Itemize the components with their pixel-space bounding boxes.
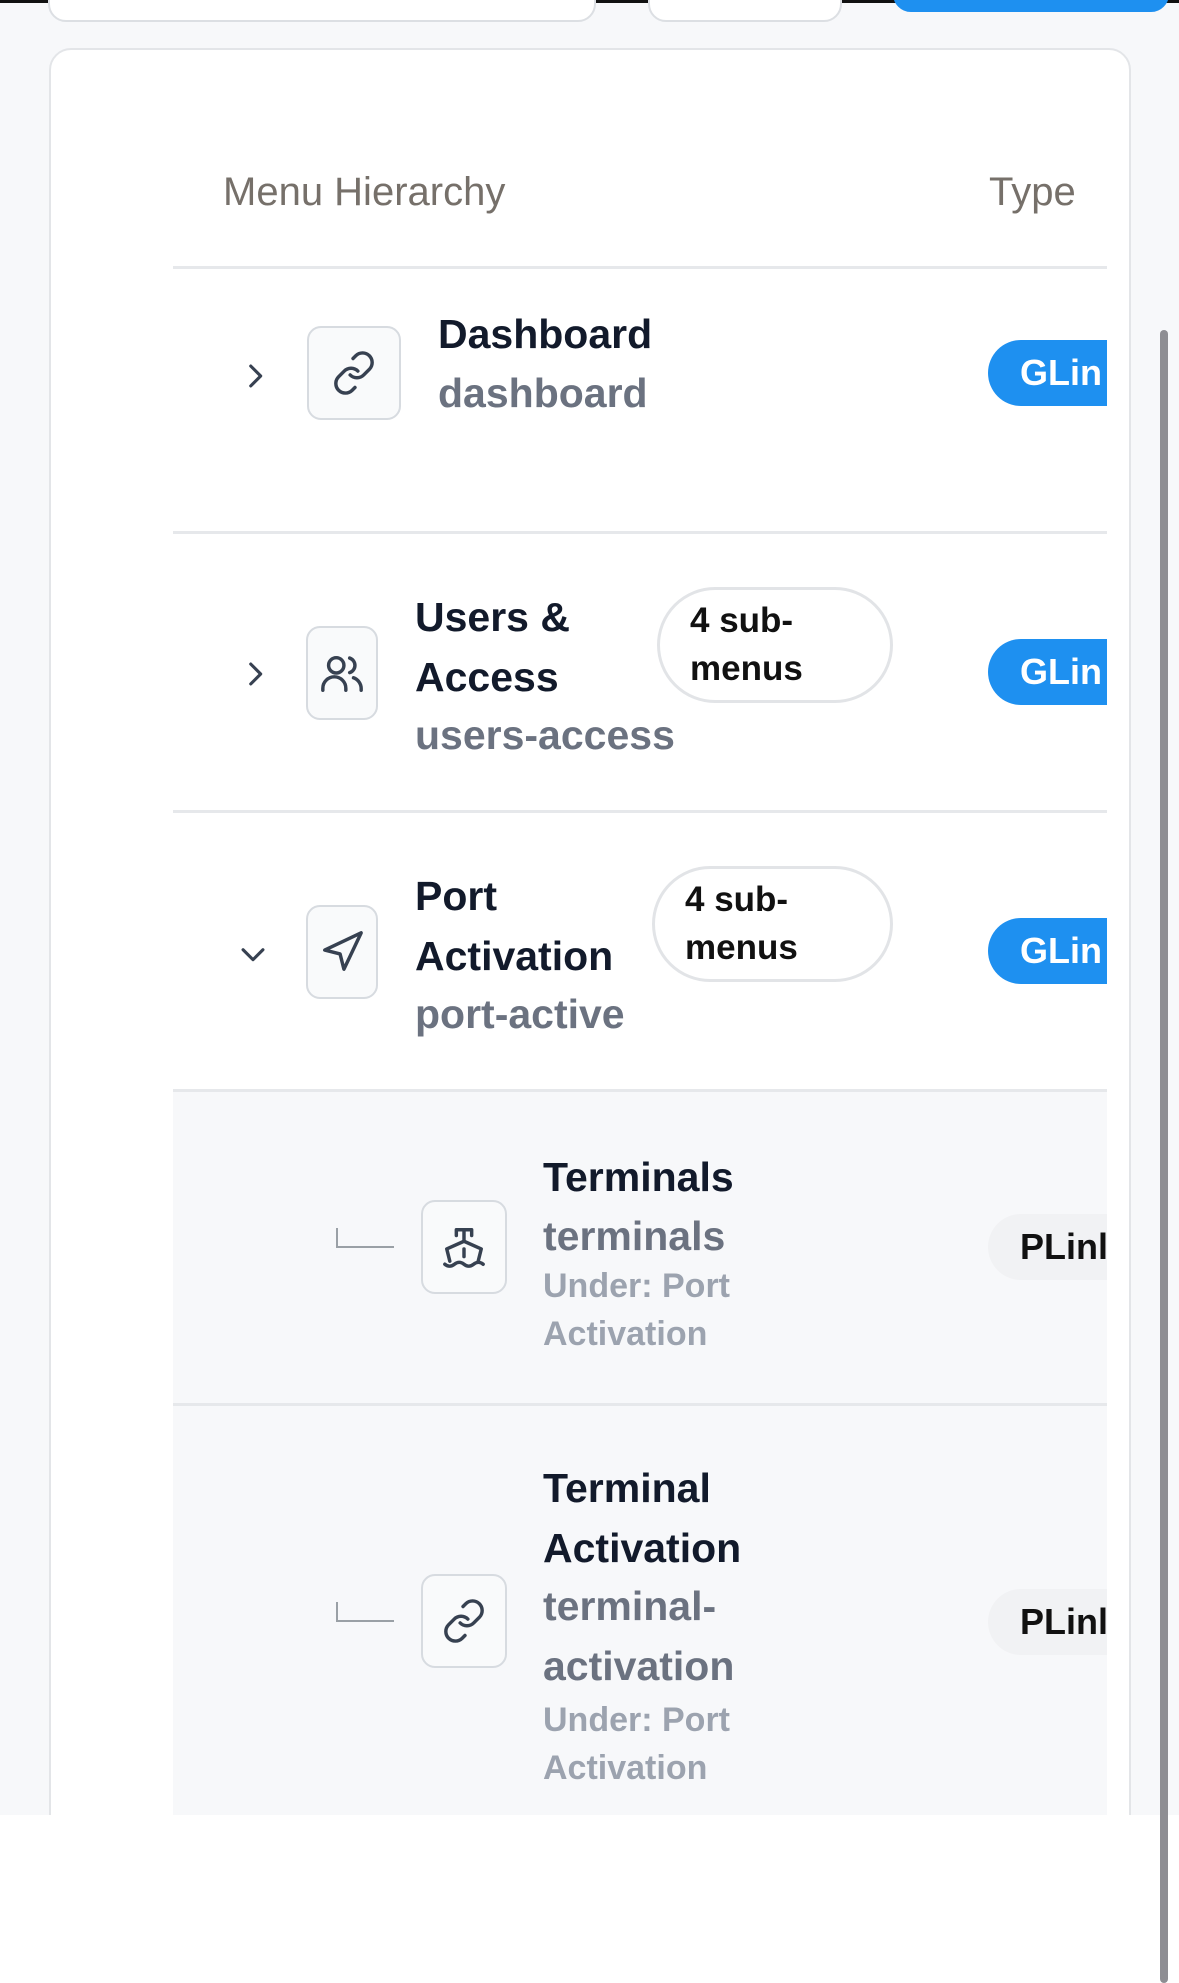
child-table-row[interactable]: Terminals terminals Under: Port Activati… bbox=[173, 1092, 1107, 1403]
menu-slug: terminal- activation bbox=[543, 1583, 735, 1689]
search-field-fragment[interactable] bbox=[48, 0, 596, 22]
menu-title: Port Activation bbox=[415, 873, 614, 979]
table-row[interactable]: Users & Access users-access 4 sub- menus… bbox=[173, 534, 1107, 810]
navigation-arrow-icon bbox=[306, 905, 378, 999]
type-badge: GLin bbox=[988, 918, 1107, 984]
chevron-down-icon[interactable] bbox=[236, 937, 270, 971]
bottom-blank-area bbox=[0, 1815, 1160, 1983]
submenu-count-badge: 4 sub- menus bbox=[657, 587, 893, 703]
menu-slug: users-access bbox=[415, 712, 675, 758]
chevron-right-icon[interactable] bbox=[238, 657, 272, 691]
chevron-right-icon[interactable] bbox=[238, 359, 272, 393]
type-badge: GLin bbox=[988, 639, 1107, 705]
menu-table-card: Menu Hierarchy Type Dashboard dashboard … bbox=[49, 48, 1131, 1952]
tree-connector bbox=[336, 1228, 394, 1248]
link-icon bbox=[421, 1574, 507, 1668]
ship-icon bbox=[421, 1200, 507, 1294]
menu-slug: dashboard bbox=[438, 370, 648, 416]
column-header-menu-hierarchy: Menu Hierarchy bbox=[223, 170, 506, 214]
link-icon bbox=[307, 326, 401, 420]
type-badge: PLinl bbox=[988, 1214, 1107, 1280]
table-row[interactable]: Port Activation port-active 4 sub- menus… bbox=[173, 813, 1107, 1087]
table-scroll-area: Menu Hierarchy Type Dashboard dashboard … bbox=[123, 50, 1107, 1815]
submenu-count-badge: 4 sub- menus bbox=[652, 866, 893, 982]
menu-slug: port-active bbox=[415, 991, 625, 1037]
type-badge: PLinl bbox=[988, 1589, 1107, 1655]
type-badge: GLin bbox=[988, 340, 1107, 406]
table-row[interactable]: Dashboard dashboard GLin bbox=[173, 269, 1107, 483]
parent-label: Under: Port Activation bbox=[543, 1701, 730, 1787]
filter-button-fragment[interactable] bbox=[648, 0, 842, 22]
users-icon bbox=[306, 626, 378, 720]
vertical-scrollbar[interactable] bbox=[1160, 330, 1168, 1983]
menu-title: Users & Access bbox=[415, 594, 570, 700]
child-table-row[interactable]: Terminal Activation terminal- activation… bbox=[173, 1406, 1107, 1815]
menu-title: Dashboard bbox=[438, 311, 653, 357]
menu-slug: terminals bbox=[543, 1213, 726, 1259]
add-menu-button-fragment[interactable] bbox=[893, 0, 1169, 12]
parent-label: Under: Port Activation bbox=[543, 1267, 730, 1353]
column-header-type: Type bbox=[989, 170, 1076, 214]
tree-connector bbox=[336, 1602, 394, 1622]
menu-title: Terminal Activation bbox=[543, 1465, 742, 1571]
menu-title: Terminals bbox=[543, 1154, 734, 1200]
